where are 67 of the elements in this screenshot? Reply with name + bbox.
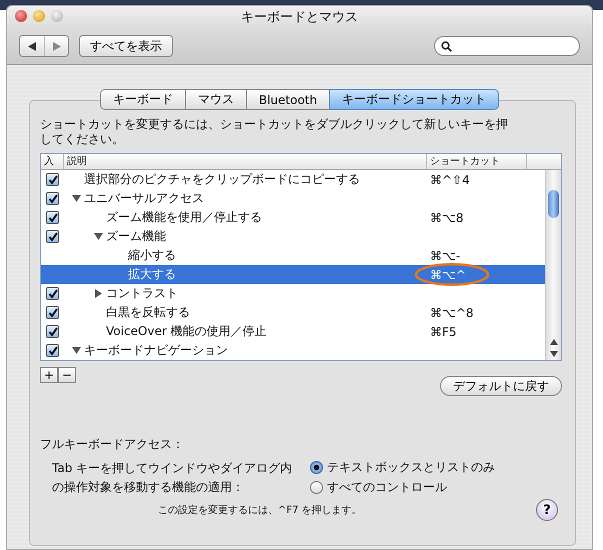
- action-label: VoiceOver 機能の使用／停止: [106, 323, 267, 340]
- checkbox[interactable]: [46, 230, 59, 243]
- window-title: キーボードとマウス: [241, 9, 358, 26]
- action-label: ユニバーサルアクセス: [84, 190, 204, 207]
- shortcut-keys: ⌘⌥^: [430, 268, 466, 282]
- list-row[interactable]: 拡大する ⌘⌥^: [41, 265, 545, 284]
- action-label: コントラスト: [106, 285, 178, 302]
- list-row[interactable]: 白黒を反転する ⌘⌥^8: [41, 303, 545, 322]
- scroll-up-arrow-icon[interactable]: [550, 339, 558, 345]
- column-header[interactable]: ショートカット: [427, 154, 527, 169]
- expanded-triangle-icon[interactable]: [72, 346, 81, 355]
- action-label: 選択部分のピクチャをクリップボードにコピーする: [84, 171, 360, 188]
- list-row[interactable]: キーボードナビゲーション: [41, 341, 545, 360]
- scrollbar[interactable]: [545, 170, 561, 360]
- expanded-triangle-icon[interactable]: [72, 194, 81, 203]
- hint-text: この設定を変更するには、^F7 を押します。: [158, 504, 362, 517]
- list-row[interactable]: ズーム機能を使用／停止する ⌘⌥8: [41, 208, 545, 227]
- radio-option[interactable]: テキストボックスとリストのみ: [310, 459, 495, 476]
- action-label: ズーム機能を使用／停止する: [106, 209, 262, 226]
- checkbox[interactable]: [46, 287, 59, 300]
- shortcut-keys: ⌘⌥^8: [430, 306, 474, 320]
- back-arrow-icon: [28, 42, 36, 50]
- setting-label: Tab キーを押してウインドウやダイアログ内の操作対象を移動する機能の適用：: [52, 460, 294, 496]
- back-button[interactable]: [20, 36, 44, 56]
- checkbox[interactable]: [46, 211, 59, 224]
- section-heading: フルキーボードアクセス：: [40, 436, 185, 453]
- shortcut-keys: ⌘^⇧4: [430, 172, 470, 186]
- column-header[interactable]: 入: [41, 154, 64, 169]
- show-all-button[interactable]: すべてを表示: [79, 35, 173, 57]
- scroll-down-arrow-icon[interactable]: [550, 351, 558, 357]
- action-label: キーボードナビゲーション: [84, 342, 228, 359]
- scroll-thumb[interactable]: [548, 190, 559, 218]
- action-label: 白黒を反転する: [106, 304, 190, 321]
- shortcut-keys: ⌘⌥-: [430, 248, 460, 262]
- checkbox[interactable]: [46, 306, 59, 319]
- collapsed-triangle-icon[interactable]: [94, 289, 103, 298]
- forward-arrow-icon: [52, 42, 60, 50]
- checkbox[interactable]: [46, 325, 59, 338]
- restore-defaults-button[interactable]: デフォルトに戻す: [440, 376, 562, 396]
- shortcut-keys: ⌘F5: [430, 324, 457, 338]
- tab[interactable]: Bluetooth: [246, 89, 330, 110]
- search-icon: [441, 40, 452, 52]
- radio-option[interactable]: すべてのコントロール: [310, 479, 495, 496]
- tab[interactable]: キーボード: [100, 89, 185, 110]
- search-field[interactable]: [434, 36, 580, 56]
- checkbox[interactable]: [46, 192, 59, 205]
- remove-button[interactable]: −: [58, 367, 76, 383]
- list-row[interactable]: VoiceOver 機能の使用／停止 ⌘F5: [41, 322, 545, 341]
- shortcut-keys: ⌘⌥8: [430, 210, 464, 224]
- instructions-text: ショートカットを変更するには、ショートカットをダブルクリックして新しいキーを押してください。: [40, 117, 509, 147]
- list-row[interactable]: 縮小する ⌘⌥-: [41, 246, 545, 265]
- tab[interactable]: キーボードショートカット: [329, 89, 500, 110]
- list-row[interactable]: ユニバーサルアクセス: [41, 189, 545, 208]
- column-header[interactable]: 説明: [64, 154, 427, 169]
- list-row[interactable]: コントラスト: [41, 284, 545, 303]
- close-button[interactable]: [15, 10, 27, 22]
- list-row[interactable]: 選択部分のピクチャをクリップボードにコピーする ⌘^⇧4: [41, 170, 545, 189]
- add-button[interactable]: +: [40, 367, 58, 383]
- checkbox[interactable]: [46, 344, 59, 357]
- expanded-triangle-icon[interactable]: [94, 232, 103, 241]
- help-button[interactable]: ?: [536, 499, 558, 521]
- action-label: ズーム機能: [106, 228, 166, 245]
- action-label: 縮小する: [128, 247, 176, 264]
- list-row[interactable]: ズーム機能: [41, 227, 545, 246]
- checkbox[interactable]: [46, 173, 59, 186]
- tab[interactable]: マウス: [184, 89, 246, 110]
- action-label: 拡大する: [128, 266, 176, 283]
